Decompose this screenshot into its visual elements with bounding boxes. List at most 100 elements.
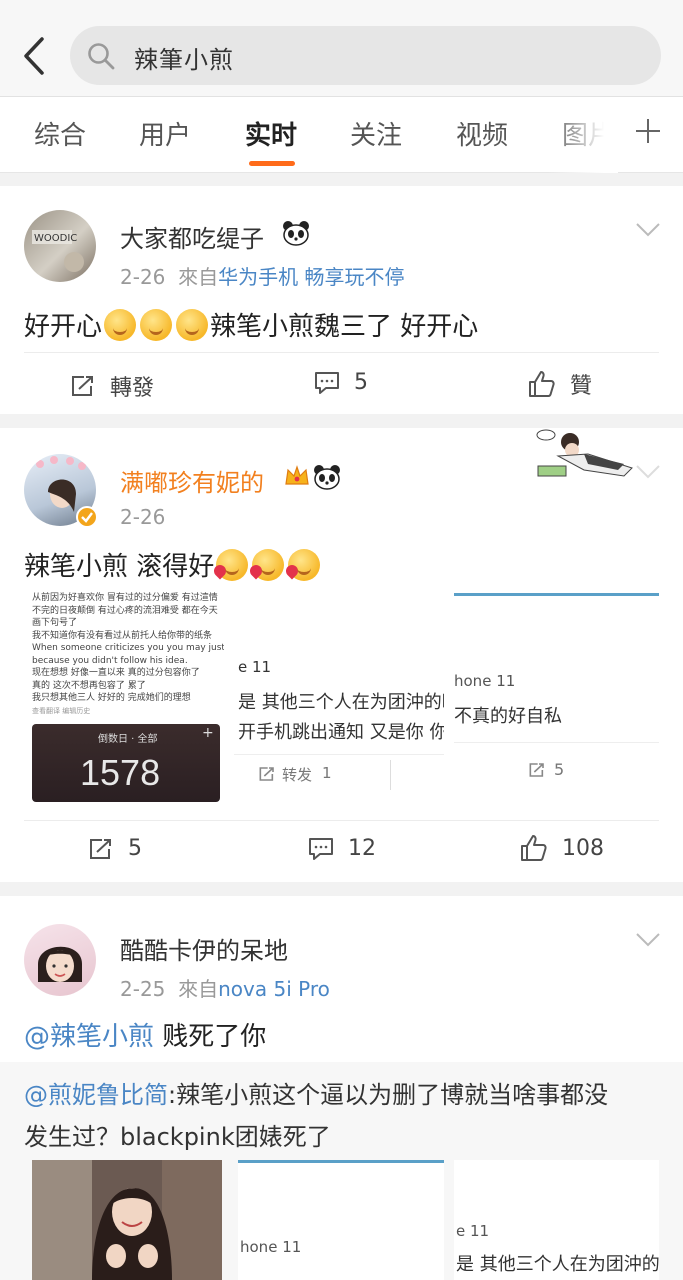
note-text-line: because you didn't follow his idea. xyxy=(32,655,188,666)
post-meta: 2-25 來自nova 5i Pro xyxy=(120,973,330,1002)
love-emoji-icon xyxy=(216,549,249,581)
tab-following[interactable]: 关注 xyxy=(350,115,402,152)
post-text: @辣笔小煎 贱死了你 xyxy=(24,1016,266,1053)
svg-text:WOODIC: WOODIC xyxy=(34,233,77,244)
note-text-line: 不完的日夜颠倒 有过心疼的流泪难受 都在今天 xyxy=(32,605,218,616)
note-text-line: 查看翻译 编辑历史 xyxy=(32,706,91,715)
tile-text: 不真的好自私 xyxy=(454,706,562,727)
tab-bar: 综合 用户 实时 关注 视频 图片 xyxy=(0,97,683,173)
tile-accent-bar xyxy=(238,1160,444,1163)
tile-accent-bar xyxy=(454,593,659,596)
comment-button[interactable]: 12 xyxy=(308,836,376,861)
post-text-end: 辣笔小煎魏三了 好开心 xyxy=(210,312,479,342)
note-text-line: 我不知道你有没有看过从前托人给你带的纸条 xyxy=(32,630,213,641)
like-label: 贊 xyxy=(570,374,593,399)
note-text-line: When someone criticizes you you may just xyxy=(32,643,224,653)
post-text-start: 好开心 xyxy=(24,312,103,342)
repost-icon xyxy=(258,766,276,786)
tile-repost-count: 1 xyxy=(322,764,332,782)
divider xyxy=(234,754,444,755)
retweet-box[interactable]: @煎妮鲁比简:辣笔小煎这个逼以为删了博就当啥事都没 发生过？blackpink团… xyxy=(0,1062,683,1280)
comment-count: 5 xyxy=(354,370,368,395)
comment-icon xyxy=(315,371,339,394)
divider xyxy=(390,760,391,790)
tile-repost-count: 5 xyxy=(554,760,565,779)
tile-phone-label: e 11 xyxy=(238,658,272,676)
post-image[interactable]: 从前因为好喜欢你 冒有过的过分偏爱 有过渲情 不完的日夜颠倒 有过心疼的流泪难受 … xyxy=(24,588,224,802)
note-text-line: 从前因为好喜欢你 冒有过的过分偏爱 有过渲情 xyxy=(32,593,218,603)
tile-phone-label: hone 11 xyxy=(454,672,516,690)
tab-users[interactable]: 用户 xyxy=(139,115,191,152)
search-bar[interactable]: 辣筆小煎 xyxy=(70,26,661,85)
search-icon xyxy=(86,41,116,71)
post-card[interactable]: WOODIC 大家都吃缇子 2-26 來自华为手机 畅享玩不停 好开心 辣笔小煎魏… xyxy=(0,186,683,414)
mention-link[interactable]: @煎妮鲁比简 xyxy=(24,1081,168,1109)
countdown-value: 1578 xyxy=(80,752,161,793)
avatar[interactable] xyxy=(24,924,96,996)
chevron-down-icon[interactable] xyxy=(635,932,661,948)
retweet-image[interactable] xyxy=(32,1160,222,1280)
tab-comprehensive[interactable]: 综合 xyxy=(34,115,86,152)
countdown-widget: 倒数日 · 全部 + 1578 xyxy=(32,724,220,802)
panda-icon xyxy=(282,220,310,250)
countdown-label: 倒数日 · 全部 xyxy=(98,734,158,745)
username[interactable]: 酷酷卡伊的呆地 xyxy=(120,931,288,966)
active-tab-indicator xyxy=(249,161,295,166)
repost-icon xyxy=(72,376,93,396)
note-text-line: 现在想想 好像一直以来 真的过分包容你了 xyxy=(32,668,200,678)
post-card[interactable]: 满嘟珍有妮的 2-26 辣笔小煎 滚得好 从前因为好喜欢你 冒有过的过分偏爱 有… xyxy=(0,428,683,882)
verified-badge-icon xyxy=(76,506,98,528)
happy-emoji-icon xyxy=(104,309,137,341)
repost-button[interactable]: 5 xyxy=(88,836,142,861)
post-text-start: 辣笔小煎 滚得好 xyxy=(24,552,215,582)
retweet-text-line: 发生过？blackpink团婊死了 xyxy=(24,1123,331,1151)
thumbs-up-icon xyxy=(521,835,547,861)
comment-count: 12 xyxy=(348,836,376,861)
love-emoji-icon xyxy=(252,549,285,581)
like-button[interactable]: 108 xyxy=(520,834,604,862)
tile-phone-label: hone 11 xyxy=(240,1238,302,1256)
post-text-body: 贱死了你 xyxy=(162,1022,267,1052)
tab-realtime[interactable]: 实时 xyxy=(245,115,297,152)
retweet-image[interactable]: e 11 是 其他三个人在为团沖的時 xyxy=(454,1160,659,1280)
back-icon[interactable] xyxy=(20,36,50,76)
repost-count: 5 xyxy=(128,836,142,861)
repost-button[interactable]: 轉發 xyxy=(70,370,154,402)
username[interactable]: 满嘟珍有妮的 xyxy=(120,463,264,498)
post-source[interactable]: nova 5i Pro xyxy=(218,977,330,1001)
comment-icon xyxy=(309,837,333,860)
repost-icon xyxy=(90,838,111,859)
retweet-image[interactable]: hone 11 xyxy=(238,1160,444,1280)
chevron-down-icon[interactable] xyxy=(635,464,661,480)
tile-repost-label: 转发 xyxy=(282,766,313,784)
repost-icon xyxy=(528,762,546,782)
post-image[interactable]: e 11 是 其他三个人在为团沖的時 开手机跳出通知 又是你 你 转发 1 xyxy=(234,588,444,802)
like-count: 108 xyxy=(562,835,604,861)
avatar[interactable]: WOODIC xyxy=(24,210,96,282)
happy-emoji-icon xyxy=(176,309,209,341)
panda-icon xyxy=(313,464,341,494)
post-meta: 2-26 來自华为手机 畅享玩不停 xyxy=(120,261,404,290)
post-text: 辣笔小煎 滚得好 xyxy=(24,546,322,583)
like-button[interactable]: 贊 xyxy=(528,368,592,400)
note-text-line: 真的 这次不想再包容了 累了 xyxy=(32,680,146,691)
tab-video[interactable]: 视频 xyxy=(456,115,508,152)
post-date: 2-26 xyxy=(120,265,166,289)
post-card[interactable]: 酷酷卡伊的呆地 2-25 來自nova 5i Pro @辣笔小煎 贱死了你 @煎… xyxy=(0,896,683,1280)
post-image[interactable]: hone 11 不真的好自私 5 xyxy=(454,588,659,802)
source-prefix: 來自 xyxy=(178,265,219,289)
post-text: 好开心 辣笔小煎魏三了 好开心 xyxy=(24,306,478,343)
comment-button[interactable]: 5 xyxy=(314,370,368,395)
source-prefix: 來自 xyxy=(178,977,219,1001)
crown-icon xyxy=(284,464,310,492)
mention-link[interactable]: @辣笔小煎 xyxy=(24,1022,154,1052)
retweet-text: @煎妮鲁比简:辣笔小煎这个逼以为删了博就当啥事都没 xyxy=(24,1074,664,1116)
add-tab-icon[interactable] xyxy=(628,111,668,151)
thumbs-up-icon xyxy=(529,371,555,397)
chevron-down-icon[interactable] xyxy=(635,222,661,238)
note-text-line: 我只想其他三人 好好的 完成她们的理想 xyxy=(32,693,191,703)
note-text-line: 画下句号了 xyxy=(32,618,78,628)
username[interactable]: 大家都吃缇子 xyxy=(120,219,264,254)
post-source[interactable]: 华为手机 畅享玩不停 xyxy=(218,265,404,289)
search-query[interactable]: 辣筆小煎 xyxy=(134,40,234,75)
